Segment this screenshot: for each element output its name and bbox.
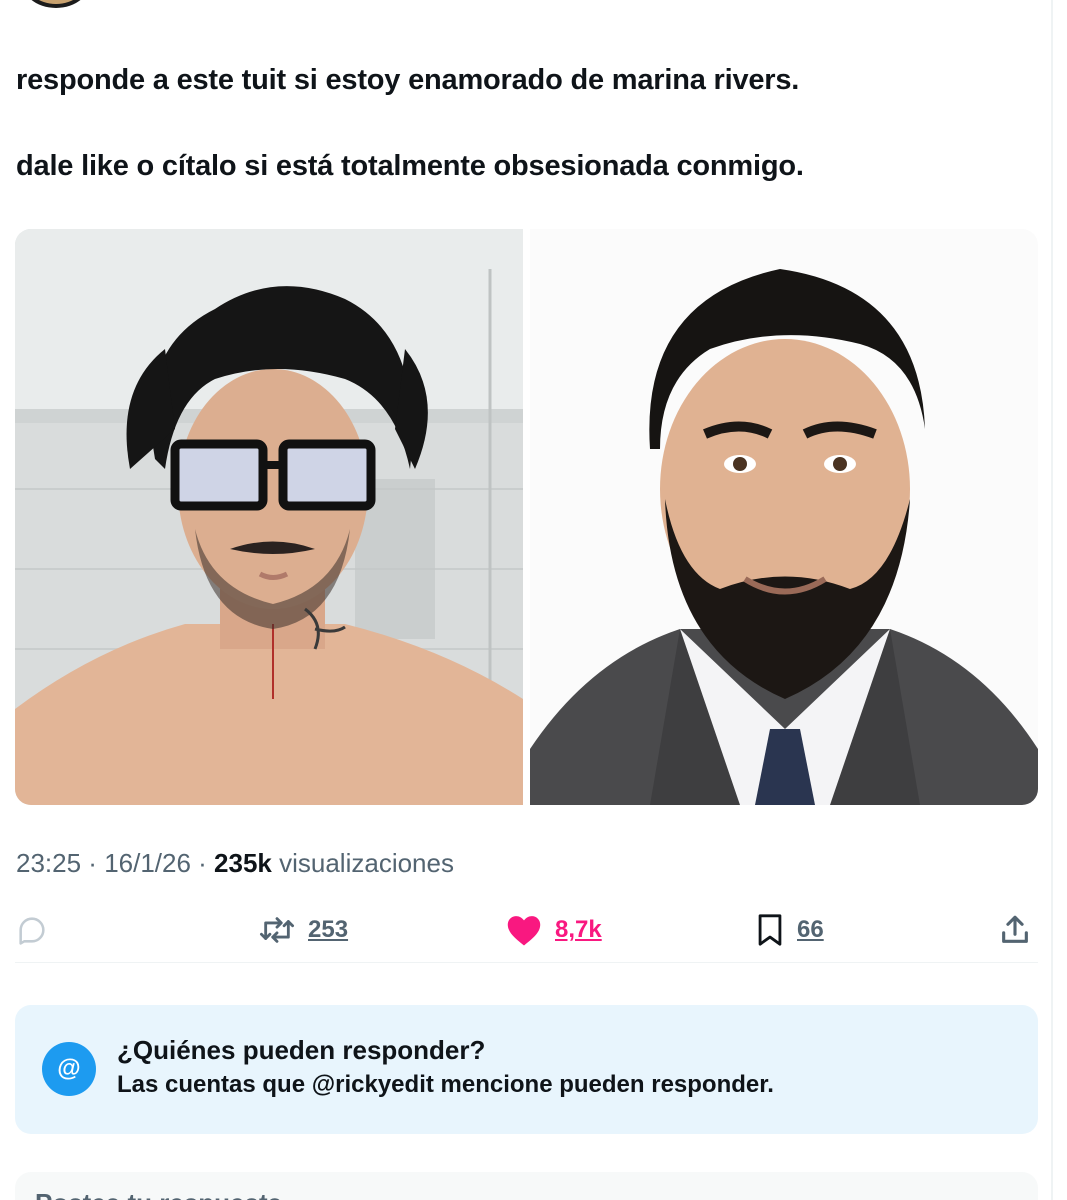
bookmark-icon [755,913,785,947]
retweet-button[interactable]: 253 [258,900,348,960]
retweet-icon [258,913,296,947]
meta-separator: · [190,848,215,878]
share-icon [998,913,1032,947]
meta-separator: · [81,848,105,878]
tweet-date[interactable]: 16/1/26 [104,848,191,878]
views-count: 235k [214,848,272,878]
divider [15,962,1038,963]
column-divider [1051,0,1053,1200]
reply-restriction-subtitle: Las cuentas que @rickyedit mencione pued… [117,1071,774,1098]
tweet-metadata: 23:25 · 16/1/26 · 235k visualizaciones [16,848,454,879]
media-photo-left[interactable] [15,229,523,805]
heart-icon [505,913,543,947]
reply-button[interactable] [15,900,49,960]
like-button[interactable]: 8,7k [505,900,602,960]
tweet-time[interactable]: 23:25 [16,848,81,878]
like-count: 8,7k [555,916,602,943]
bookmark-button[interactable]: 66 [755,900,824,960]
share-button[interactable] [998,900,1032,960]
mention-at-icon: @ [42,1042,96,1096]
reply-compose-placeholder[interactable]: Postea tu respuesta [35,1188,282,1200]
bookmark-count: 66 [797,916,824,943]
tweet-detail-page: responde a este tuit si estoy enamorado … [0,0,1067,1200]
reply-restriction-notice: @ ¿Quiénes pueden responder? Las cuentas… [15,1005,1038,1134]
reply-icon [15,913,49,947]
tweet-actions-bar: 253 8,7k 66 [15,900,1038,960]
tweet-text-line: responde a este tuit si estoy enamorado … [16,64,800,96]
reply-compose-box[interactable]: Postea tu respuesta [15,1172,1038,1200]
retweet-count: 253 [308,916,349,943]
tweet-text-line: dale like o cítalo si está totalmente ob… [16,150,804,182]
reply-restriction-title: ¿Quiénes pueden responder? [117,1035,486,1065]
media-photo-right[interactable] [530,229,1038,805]
tweet-media[interactable] [15,229,1038,805]
views-label: visualizaciones [271,848,454,878]
tweet-text: responde a este tuit si estoy enamorado … [16,58,1036,188]
author-avatar[interactable] [20,0,92,8]
